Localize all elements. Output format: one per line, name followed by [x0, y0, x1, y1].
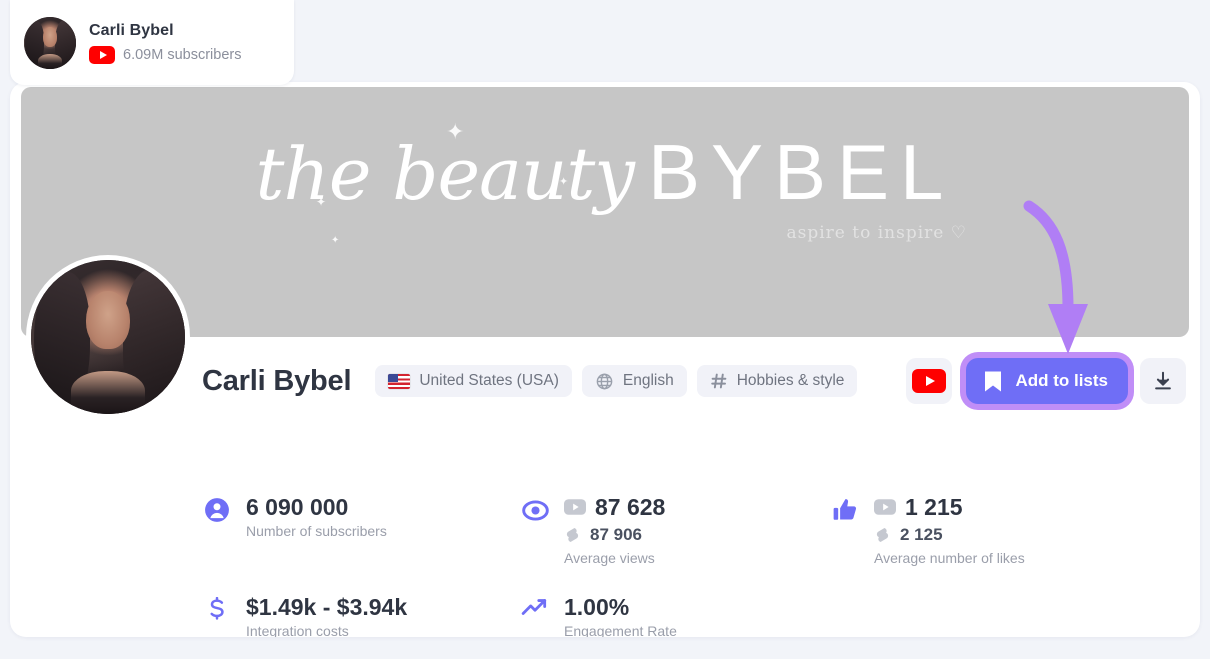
banner-logo-script: the beauty	[255, 132, 635, 216]
thumbs-up-icon	[830, 494, 860, 523]
stat-integration-costs-value: $1.49k - $3.94k	[246, 594, 408, 620]
youtube-small-icon	[564, 499, 586, 515]
stat-average-views-secondary: 87 906	[590, 525, 642, 544]
add-to-lists-label: Add to lists	[1015, 371, 1108, 390]
stat-subscribers-value: 6 090 000	[246, 494, 349, 520]
add-to-lists-button[interactable]: Add to lists	[966, 358, 1128, 404]
stat-average-likes-secondary: 2 125	[900, 525, 943, 544]
banner-tagline: aspire to inspire ♡	[786, 223, 967, 243]
stat-engagement-rate: 1.00% Engagement Rate	[520, 594, 677, 637]
channel-banner: the beauty BYBEL ✦ ✦ ✦ ✦ aspire to inspir…	[21, 87, 1189, 337]
stats-row-2: $1.49k - $3.94k Integration costs 1.00% …	[202, 594, 1186, 637]
stat-average-views-label: Average views	[564, 550, 655, 566]
chip-language-label: English	[622, 372, 674, 389]
chip-country: United States (USA)	[375, 365, 572, 397]
bookmark-icon	[983, 370, 1003, 393]
open-youtube-button[interactable]	[906, 358, 953, 404]
chip-category-label: Hobbies & style	[736, 372, 845, 389]
avatar	[24, 16, 76, 69]
download-button[interactable]	[1140, 358, 1186, 404]
us-flag-icon	[388, 373, 411, 389]
profile-card: the beauty BYBEL ✦ ✦ ✦ ✦ aspire to inspir…	[10, 82, 1200, 637]
youtube-small-icon	[874, 499, 896, 515]
stat-average-likes-value: 1 215	[905, 494, 963, 520]
header-channel-name: Carli Bybel	[89, 21, 174, 39]
stat-average-likes: 1 215 2 125 Average number of likes	[830, 494, 1025, 566]
shorts-icon	[564, 526, 581, 544]
identity-row: Carli Bybel United States (USA) English …	[202, 354, 1186, 408]
channel-avatar	[26, 255, 190, 419]
header-summary-meta: Carli Bybel 6.09M subscribers	[89, 22, 241, 64]
header-summary-card: Carli Bybel 6.09M subscribers	[10, 0, 294, 85]
stats-block: 6 090 000 Number of subscribers 87 628 8…	[202, 494, 1186, 637]
youtube-icon	[912, 369, 947, 393]
stat-subscribers: 6 090 000 Number of subscribers	[202, 494, 520, 566]
sparkle-icon: ✦	[331, 235, 340, 246]
profile-page: Carli Bybel 6.09M subscribers the beauty…	[0, 0, 1210, 659]
stat-average-views-value: 87 628	[595, 494, 666, 520]
shorts-icon	[874, 526, 891, 544]
chip-language: English	[581, 365, 687, 397]
stats-row-1: 6 090 000 Number of subscribers 87 628 8…	[202, 494, 1186, 566]
trending-up-icon	[520, 594, 550, 617]
stat-engagement-rate-label: Engagement Rate	[564, 623, 677, 637]
dollar-icon	[202, 594, 232, 623]
page-title: Carli Bybel	[202, 364, 352, 397]
stat-average-likes-label: Average number of likes	[874, 550, 1025, 566]
hash-icon	[710, 372, 728, 390]
stat-average-views: 87 628 87 906 Average views	[520, 494, 830, 566]
stat-subscribers-label: Number of subscribers	[246, 523, 387, 539]
sparkle-icon: ✦	[316, 195, 327, 209]
eye-icon	[520, 494, 550, 524]
globe-icon	[595, 372, 614, 391]
chip-category: Hobbies & style	[696, 365, 858, 397]
chip-country-label: United States (USA)	[419, 372, 559, 389]
banner-logo-wordmark: BYBEL	[647, 128, 955, 216]
banner-logo: the beauty BYBEL	[21, 127, 1189, 218]
youtube-icon	[89, 45, 115, 64]
stat-engagement-rate-value: 1.00%	[564, 594, 630, 620]
stat-integration-costs-label: Integration costs	[246, 623, 349, 637]
person-icon	[202, 494, 232, 523]
sparkle-icon: ✦	[446, 119, 465, 144]
download-icon	[1155, 371, 1171, 390]
header-subscriber-count: 6.09M subscribers	[123, 46, 242, 63]
profile-actions: Add to lists	[894, 358, 1186, 404]
stat-integration-costs: $1.49k - $3.94k Integration costs	[202, 594, 520, 637]
sparkle-icon: ✦	[559, 176, 569, 188]
